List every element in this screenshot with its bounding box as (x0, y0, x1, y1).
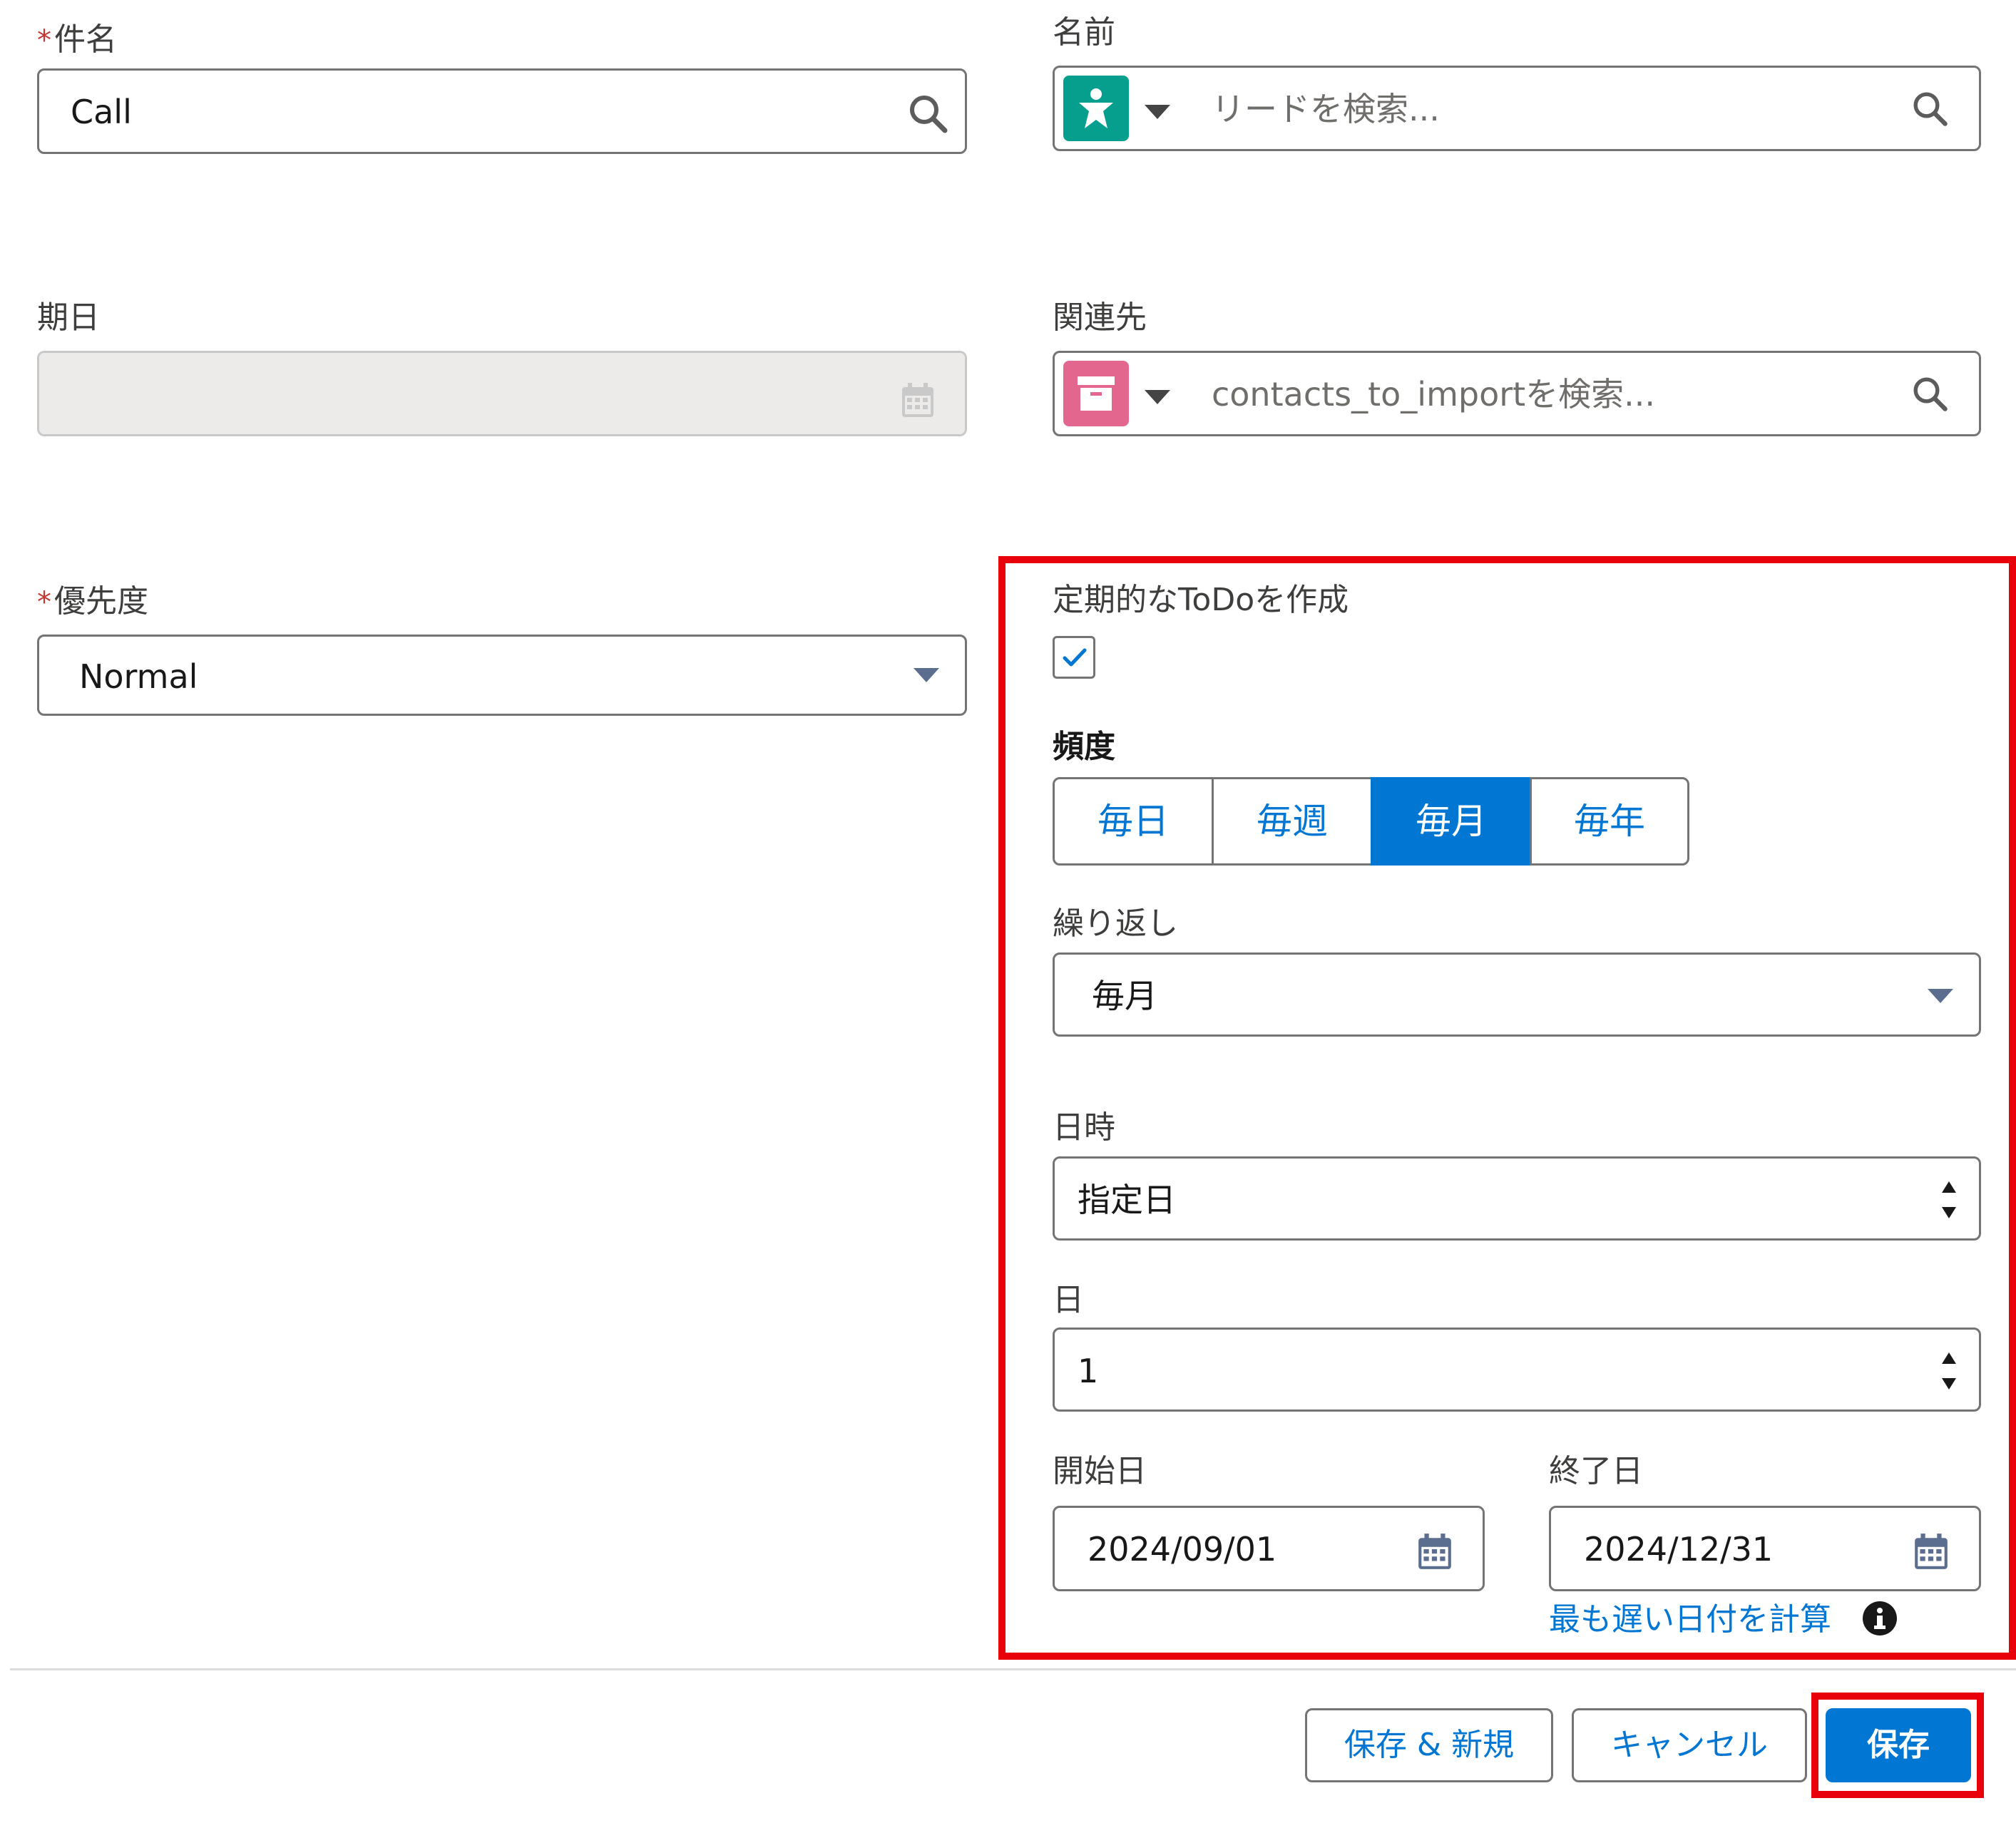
day-label: 日 (1053, 1282, 1084, 1318)
priority-label: *優先度 (37, 583, 148, 620)
start-date-label: 開始日 (1053, 1453, 1147, 1489)
day-select[interactable]: 1 (1053, 1328, 1981, 1412)
create-recurring-checkbox[interactable] (1053, 636, 1095, 679)
chevron-down-icon (1926, 987, 1955, 1005)
chevron-down-icon (912, 667, 941, 684)
custom-object-icon (1063, 361, 1129, 426)
day-value: 1 (1078, 1352, 1099, 1390)
when-value: 指定日 (1078, 1181, 1176, 1219)
up-down-arrows-icon (1940, 1350, 1958, 1392)
calendar-icon[interactable] (1417, 1532, 1453, 1571)
create-recurring-label: 定期的なToDoを作成 (1053, 582, 1349, 618)
name-lookup[interactable]: リードを検索... (1053, 66, 1981, 151)
when-label: 日時 (1053, 1109, 1115, 1146)
required-mark: * (37, 24, 51, 57)
calendar-icon (901, 381, 935, 418)
subject-value: Call (71, 93, 132, 131)
name-label: 名前 (1053, 14, 1115, 51)
recurrence-highlight (998, 556, 2016, 1660)
object-switcher-chevron-icon[interactable] (1143, 389, 1172, 406)
search-icon[interactable] (1910, 374, 1949, 413)
save-and-new-button[interactable]: 保存 & 新規 (1305, 1708, 1553, 1782)
start-date-value: 2024/09/01 (1088, 1530, 1277, 1568)
save-highlight (1811, 1693, 1984, 1798)
calculate-latest-date-link[interactable]: 最も遅い日付を計算 (1549, 1600, 1831, 1640)
priority-select[interactable]: Normal (37, 635, 967, 716)
priority-value: Normal (79, 657, 198, 696)
subject-label: *件名 (37, 21, 117, 58)
frequency-weekly-button[interactable]: 毎週 (1212, 777, 1373, 866)
search-icon[interactable] (1910, 89, 1949, 128)
calendar-icon[interactable] (1913, 1532, 1949, 1571)
required-mark: * (37, 586, 51, 619)
due-date-input (37, 351, 967, 436)
name-placeholder: リードを検索... (1212, 90, 1440, 128)
frequency-monthly-button[interactable]: 毎月 (1371, 777, 1532, 866)
repeat-label: 繰り返し (1053, 905, 1178, 942)
frequency-daily-button[interactable]: 毎日 (1053, 777, 1214, 866)
when-select[interactable]: 指定日 (1053, 1156, 1981, 1241)
related-to-label: 関連先 (1053, 299, 1147, 336)
repeat-select[interactable]: 毎月 (1053, 952, 1981, 1037)
end-date-label: 終了日 (1549, 1453, 1643, 1489)
repeat-value: 毎月 (1092, 977, 1157, 1015)
cancel-button[interactable]: キャンセル (1572, 1708, 1807, 1782)
due-date-label: 期日 (37, 299, 100, 336)
footer-divider (10, 1668, 2016, 1670)
search-icon[interactable] (906, 92, 949, 135)
end-date-input[interactable]: 2024/12/31 (1549, 1506, 1981, 1591)
end-date-value: 2024/12/31 (1584, 1530, 1774, 1568)
lead-icon (1063, 76, 1129, 141)
check-icon (1062, 647, 1088, 668)
frequency-label: 頻度 (1053, 729, 1115, 765)
subject-input[interactable]: Call (37, 68, 967, 154)
up-down-arrows-icon (1940, 1178, 1958, 1221)
start-date-input[interactable]: 2024/09/01 (1053, 1506, 1485, 1591)
object-switcher-chevron-icon[interactable] (1143, 103, 1172, 120)
related-to-lookup[interactable]: contacts_to_importを検索... (1053, 351, 1981, 436)
info-icon[interactable] (1861, 1600, 1898, 1637)
related-to-placeholder: contacts_to_importを検索... (1212, 375, 1656, 414)
frequency-yearly-button[interactable]: 毎年 (1530, 777, 1689, 866)
